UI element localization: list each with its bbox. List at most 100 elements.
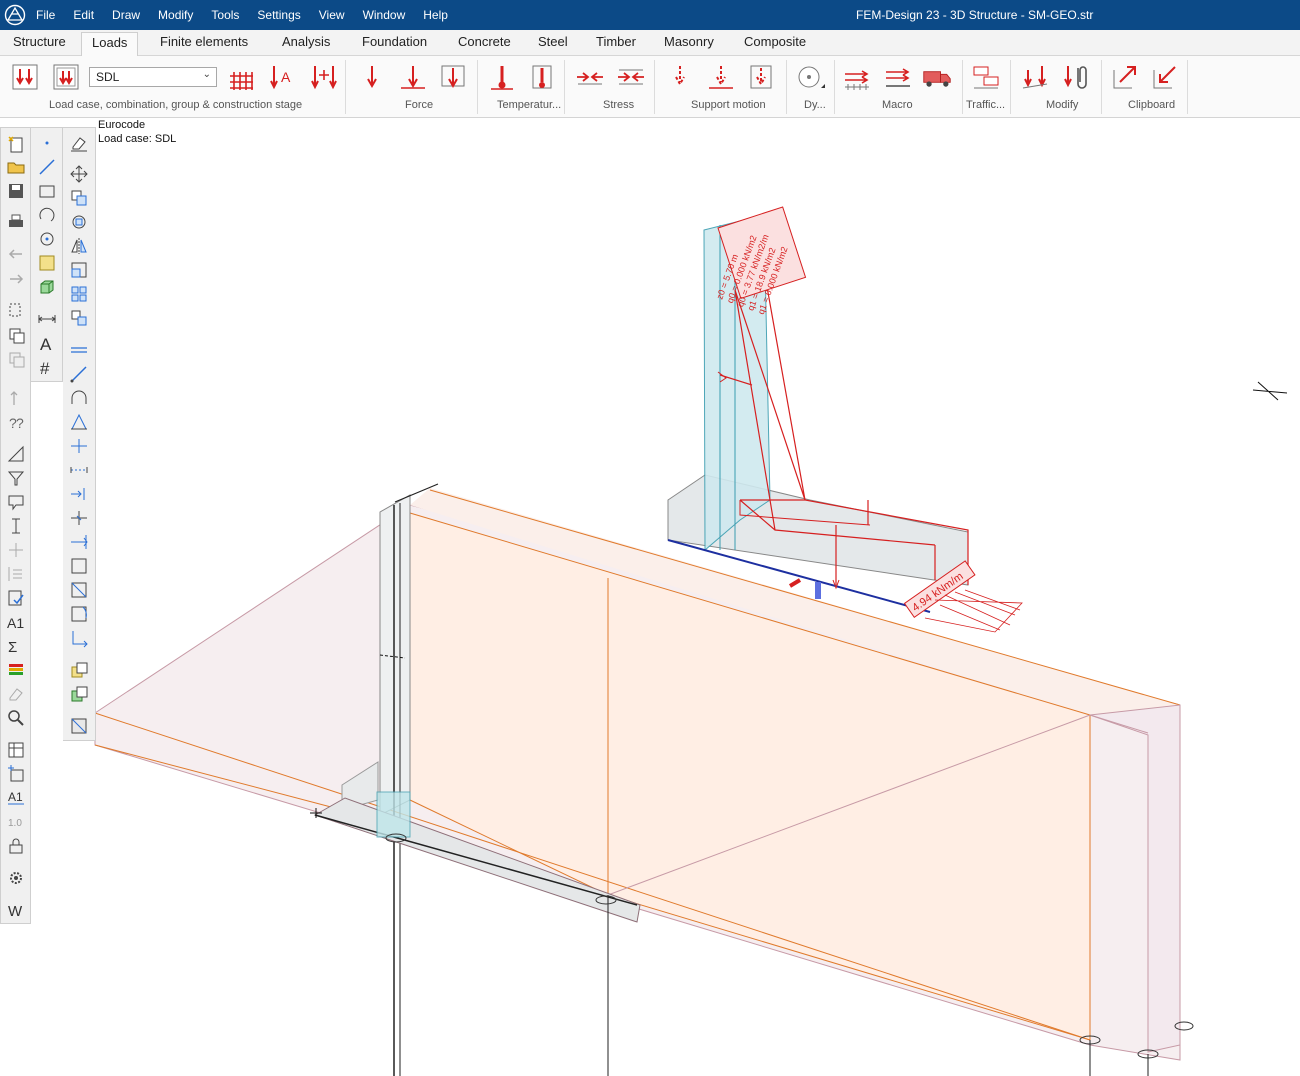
- line-icon[interactable]: [37, 157, 57, 177]
- menu-help[interactable]: Help: [423, 8, 448, 22]
- coordinate-system-icon[interactable]: [69, 628, 89, 648]
- measure-angle-icon[interactable]: [6, 444, 26, 464]
- load-case-text-icon[interactable]: A: [268, 62, 298, 92]
- 3d-viewport[interactable]: z0 = 5.70 m q0 = 0.000 kN/m2 q0 = 3.77 k…: [0, 119, 1300, 1076]
- surface-load-icon[interactable]: [438, 62, 468, 92]
- trim-icon[interactable]: [69, 484, 89, 504]
- menu-edit[interactable]: Edit: [73, 8, 94, 22]
- load-case-select[interactable]: SDL ⌄: [89, 67, 217, 87]
- paste-from-clipboard-icon[interactable]: [1150, 62, 1180, 92]
- tab-composite[interactable]: Composite: [744, 34, 806, 49]
- numbering-icon[interactable]: A1: [6, 612, 26, 632]
- menu-settings[interactable]: Settings: [257, 8, 300, 22]
- mirror-icon[interactable]: [69, 236, 89, 256]
- surface-stress-icon[interactable]: [616, 62, 646, 92]
- rectangle-icon[interactable]: [37, 181, 57, 201]
- point-load-icon[interactable]: [357, 62, 387, 92]
- fillet-icon[interactable]: [69, 388, 89, 408]
- tab-concrete[interactable]: Concrete: [458, 34, 511, 49]
- surface-support-motion-icon[interactable]: [746, 62, 776, 92]
- save-icon[interactable]: [6, 181, 26, 201]
- scale-icon[interactable]: 1.0: [6, 812, 26, 832]
- tab-masonry[interactable]: Masonry: [664, 34, 714, 49]
- text-cursor-icon[interactable]: [6, 516, 26, 536]
- tab-loads[interactable]: Loads: [81, 32, 139, 57]
- tab-analysis[interactable]: Analysis: [282, 34, 330, 49]
- copy-to-clipboard-icon[interactable]: [1110, 62, 1140, 92]
- load-macro-icon[interactable]: [883, 62, 913, 92]
- frame-diagonal-icon[interactable]: [69, 580, 89, 600]
- erase-icon[interactable]: [69, 133, 89, 153]
- move-icon[interactable]: [69, 164, 89, 184]
- list-check-icon[interactable]: [6, 564, 26, 584]
- grid-icon[interactable]: #: [37, 357, 57, 377]
- construction-stage-icon[interactable]: [309, 62, 339, 92]
- offset-icon[interactable]: [69, 340, 89, 360]
- tab-structure[interactable]: Structure: [13, 34, 66, 49]
- menu-view[interactable]: View: [319, 8, 345, 22]
- line-support-motion-icon[interactable]: [706, 62, 736, 92]
- frame-icon[interactable]: [69, 556, 89, 576]
- tab-steel[interactable]: Steel: [538, 34, 568, 49]
- load-case-icon[interactable]: [10, 62, 40, 92]
- rotate-icon[interactable]: [69, 212, 89, 232]
- menu-draw[interactable]: Draw: [112, 8, 140, 22]
- point-icon[interactable]: [37, 133, 57, 153]
- print-icon[interactable]: [6, 212, 26, 232]
- wiki-icon[interactable]: W: [6, 900, 26, 920]
- insert-object-icon[interactable]: [6, 764, 26, 784]
- modify-load-icon[interactable]: [1020, 62, 1050, 92]
- temperature-surface-icon[interactable]: [527, 62, 557, 92]
- vehicle-load-icon[interactable]: [922, 62, 952, 92]
- frame-rotate-icon[interactable]: [69, 604, 89, 624]
- temperature-line-icon[interactable]: [487, 62, 517, 92]
- copy-icon[interactable]: [6, 325, 26, 345]
- query-icon[interactable]: [6, 388, 26, 408]
- undo-icon[interactable]: [6, 244, 26, 264]
- text-icon[interactable]: A: [37, 333, 57, 353]
- copy-objects-icon[interactable]: [69, 188, 89, 208]
- tab-foundation[interactable]: Foundation: [362, 34, 427, 49]
- traffic-load-icon[interactable]: [971, 62, 1001, 92]
- split-icon[interactable]: [69, 436, 89, 456]
- checklist-icon[interactable]: [6, 588, 26, 608]
- tab-finite-elements[interactable]: Finite elements: [160, 34, 248, 49]
- cut-icon[interactable]: [6, 300, 26, 320]
- paste-icon[interactable]: [6, 349, 26, 369]
- line-stress-icon[interactable]: [575, 62, 605, 92]
- sum-icon[interactable]: Σ: [6, 636, 26, 656]
- dimension-icon[interactable]: [6, 540, 26, 560]
- region-icon[interactable]: [37, 253, 57, 273]
- menu-window[interactable]: Window: [363, 8, 406, 22]
- menu-tools[interactable]: Tools: [211, 8, 239, 22]
- layer-copy-icon[interactable]: [69, 660, 89, 680]
- line-load-icon[interactable]: [398, 62, 428, 92]
- break-icon[interactable]: [69, 508, 89, 528]
- join-icon[interactable]: [69, 532, 89, 552]
- divide-icon[interactable]: [69, 460, 89, 480]
- text-label-icon[interactable]: A1: [6, 788, 26, 808]
- point-support-motion-icon[interactable]: [665, 62, 695, 92]
- dynamic-load-icon[interactable]: [795, 62, 825, 92]
- layer-move-icon[interactable]: [69, 684, 89, 704]
- load-combination-icon[interactable]: [51, 62, 81, 92]
- chamfer-icon[interactable]: [69, 412, 89, 432]
- stretch-icon[interactable]: [69, 308, 89, 328]
- scale-objects-icon[interactable]: [69, 260, 89, 280]
- eraser-icon[interactable]: [6, 684, 26, 704]
- table-icon[interactable]: [6, 740, 26, 760]
- comment-icon[interactable]: [6, 492, 26, 512]
- zoom-icon[interactable]: [6, 708, 26, 728]
- app-logo-icon[interactable]: [4, 4, 26, 26]
- help-query-icon[interactable]: ??: [6, 412, 26, 432]
- filter-icon[interactable]: [6, 468, 26, 488]
- color-layers-icon[interactable]: [6, 660, 26, 680]
- model-drawing[interactable]: z0 = 5.70 m q0 = 0.000 kN/m2 q0 = 3.77 k…: [0, 119, 1300, 1076]
- extend-line-icon[interactable]: [69, 364, 89, 384]
- load-group-icon[interactable]: [226, 62, 256, 92]
- menu-file[interactable]: File: [36, 8, 55, 22]
- open-folder-icon[interactable]: [6, 157, 26, 177]
- circle-icon[interactable]: [37, 229, 57, 249]
- hatch-icon[interactable]: [69, 716, 89, 736]
- box-icon[interactable]: [37, 277, 57, 297]
